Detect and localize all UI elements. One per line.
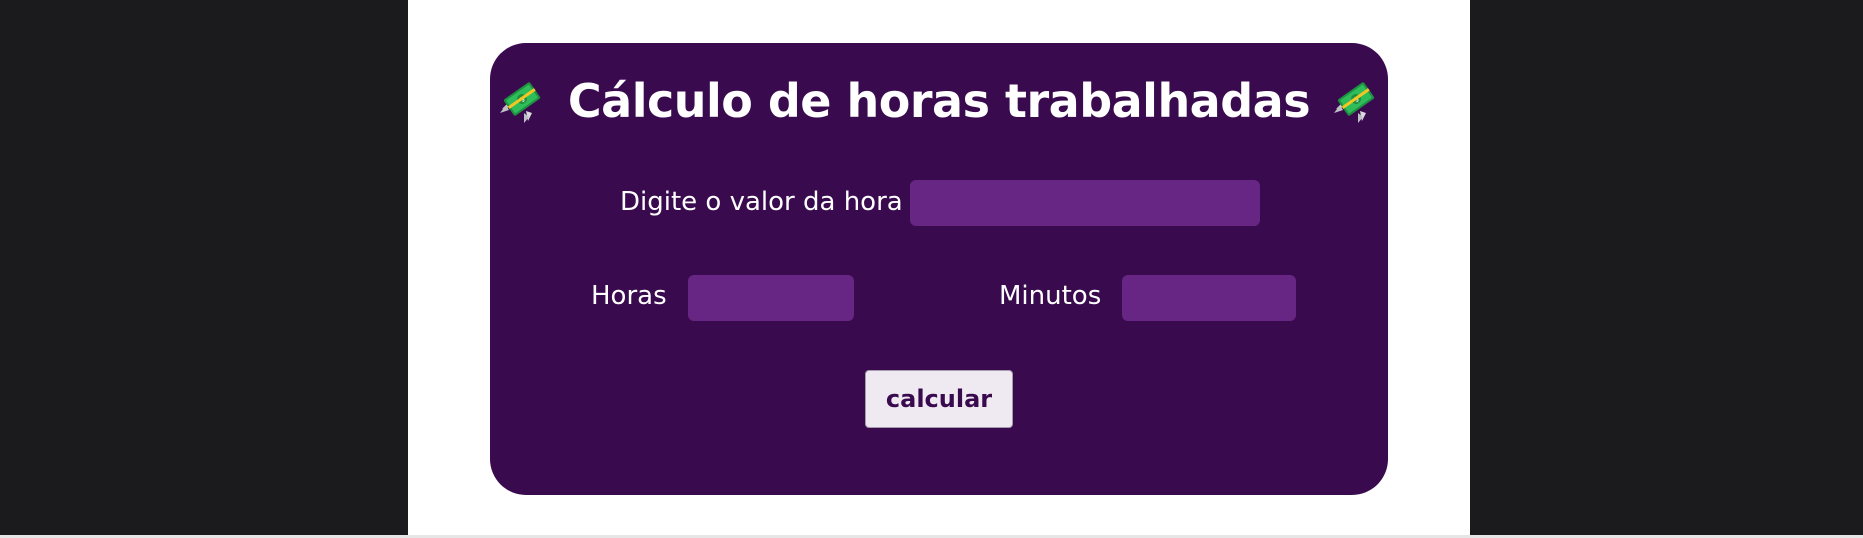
calculator-card: $ Cálculo de horas trabalhadas $ Di [490,43,1388,495]
hours-label: Horas [591,281,667,311]
money-with-wings-icon: $ [499,82,540,123]
hourly-rate-label: Digite o valor da hora [620,187,903,217]
money-with-wings-icon: $ [1334,82,1375,123]
minutes-label: Minutos [999,281,1102,311]
hourly-rate-input[interactable] [910,180,1260,226]
hours-input[interactable] [688,275,854,321]
page-title: Cálculo de horas trabalhadas [567,74,1311,128]
minutes-input[interactable] [1122,275,1296,321]
title-row: $ Cálculo de horas trabalhadas $ [490,69,1388,133]
page-container: $ Cálculo de horas trabalhadas $ Di [408,0,1470,535]
calculate-button[interactable]: calcular [865,370,1013,428]
